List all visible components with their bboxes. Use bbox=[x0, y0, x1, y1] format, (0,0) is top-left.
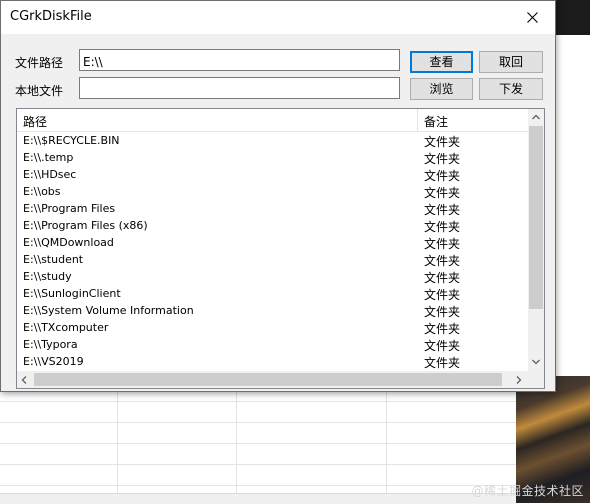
close-button[interactable] bbox=[511, 1, 555, 34]
vertical-scroll-thumb[interactable] bbox=[529, 126, 543, 309]
column-header-note[interactable]: 备注 bbox=[424, 113, 448, 130]
item-note: 文件夹 bbox=[424, 254, 461, 268]
scroll-left-button[interactable] bbox=[17, 371, 33, 388]
item-note: 文件夹 bbox=[424, 271, 461, 285]
watermark: @稀土掘金技术社区 bbox=[471, 484, 584, 498]
horizontal-scrollbar[interactable] bbox=[17, 371, 528, 388]
column-divider[interactable] bbox=[417, 109, 418, 131]
scrollbar-corner bbox=[528, 371, 544, 388]
item-note: 文件夹 bbox=[424, 356, 461, 370]
item-path: E:\\Program Files bbox=[23, 202, 116, 215]
browse-button[interactable]: 浏览 bbox=[410, 78, 473, 100]
list-item[interactable]: E:\\System Volume Information 文件夹 bbox=[17, 302, 528, 319]
chevron-up-icon bbox=[532, 114, 540, 120]
item-path: E:\\student bbox=[23, 253, 84, 266]
list-item[interactable]: E:\\Typora 文件夹 bbox=[17, 336, 528, 353]
chevron-left-icon bbox=[21, 376, 27, 384]
item-note: 文件夹 bbox=[424, 169, 461, 183]
list-item[interactable]: E:\\Program Files 文件夹 bbox=[17, 200, 528, 217]
file-list[interactable]: 路径 备注 E:\\$RECYCLE.BIN 文件夹 E:\\.temp 文件夹 E… bbox=[16, 108, 545, 389]
item-note: 文件夹 bbox=[424, 203, 461, 217]
item-note: 文件夹 bbox=[424, 322, 461, 336]
list-item[interactable]: E:\\QMDownload 文件夹 bbox=[17, 234, 528, 251]
item-path: E:\\TXcomputer bbox=[23, 321, 109, 334]
list-item[interactable]: E:\\obs 文件夹 bbox=[17, 183, 528, 200]
scroll-up-button[interactable] bbox=[528, 109, 544, 126]
disk-file-dialog: CGrkDiskFile 文件路径 查看 取回 本地文件 浏览 下发 路径 备注… bbox=[0, 0, 556, 392]
item-note: 文件夹 bbox=[424, 186, 461, 200]
list-item[interactable]: E:\\study 文件夹 bbox=[17, 268, 528, 285]
download-button[interactable]: 下发 bbox=[479, 78, 543, 100]
item-path: E:\\.temp bbox=[23, 151, 74, 164]
window-title: CGrkDiskFile bbox=[10, 9, 92, 24]
local-file-label: 本地文件 bbox=[15, 84, 64, 98]
item-path: E:\\SunloginClient bbox=[23, 287, 121, 300]
background-scrollbar bbox=[0, 493, 516, 504]
item-note: 文件夹 bbox=[424, 135, 461, 149]
list-item[interactable]: E:\\Program Files (x86) 文件夹 bbox=[17, 217, 528, 234]
item-path: E:\\study bbox=[23, 270, 72, 283]
scroll-down-button[interactable] bbox=[528, 354, 544, 371]
title-bar: CGrkDiskFile bbox=[1, 1, 555, 34]
list-header: 路径 备注 bbox=[17, 109, 528, 132]
list-item[interactable]: E:\\TXcomputer 文件夹 bbox=[17, 319, 528, 336]
path-label: 文件路径 bbox=[15, 56, 64, 70]
horizontal-scroll-thumb[interactable] bbox=[34, 373, 502, 386]
item-path: E:\\VS2019 bbox=[23, 355, 84, 368]
list-item[interactable]: E:\\HDsec 文件夹 bbox=[17, 166, 528, 183]
item-path: E:\\System Volume Information bbox=[23, 304, 194, 317]
chevron-right-icon bbox=[516, 376, 522, 384]
background-spreadsheet bbox=[0, 392, 516, 503]
item-note: 文件夹 bbox=[424, 237, 461, 251]
list-item[interactable]: E:\\$RECYCLE.BIN 文件夹 bbox=[17, 132, 528, 149]
list-item[interactable]: E:\\SunloginClient 文件夹 bbox=[17, 285, 528, 302]
item-note: 文件夹 bbox=[424, 288, 461, 302]
item-note: 文件夹 bbox=[424, 305, 461, 319]
item-note: 文件夹 bbox=[424, 339, 461, 353]
item-note: 文件夹 bbox=[424, 220, 461, 234]
scroll-right-button[interactable] bbox=[512, 371, 528, 388]
close-icon bbox=[527, 12, 538, 23]
item-path: E:\\Typora bbox=[23, 338, 78, 351]
chevron-down-icon bbox=[532, 359, 540, 365]
list-item[interactable]: E:\\.temp 文件夹 bbox=[17, 149, 528, 166]
item-path: E:\\HDsec bbox=[23, 168, 77, 181]
list-item[interactable]: E:\\student 文件夹 bbox=[17, 251, 528, 268]
item-note: 文件夹 bbox=[424, 152, 461, 166]
item-path: E:\\QMDownload bbox=[23, 236, 114, 249]
view-button[interactable]: 查看 bbox=[410, 51, 473, 73]
item-path: E:\\obs bbox=[23, 185, 61, 198]
local-file-input[interactable] bbox=[79, 77, 400, 99]
item-path: E:\\$RECYCLE.BIN bbox=[23, 134, 120, 147]
column-header-path[interactable]: 路径 bbox=[23, 113, 47, 130]
list-item[interactable]: E:\\VS2019 文件夹 bbox=[17, 353, 528, 370]
item-path: E:\\Program Files (x86) bbox=[23, 219, 148, 232]
cancel-button[interactable]: 取回 bbox=[479, 51, 543, 73]
path-input[interactable] bbox=[79, 49, 400, 71]
background-window-edge bbox=[556, 0, 590, 35]
vertical-scrollbar[interactable] bbox=[528, 109, 544, 371]
